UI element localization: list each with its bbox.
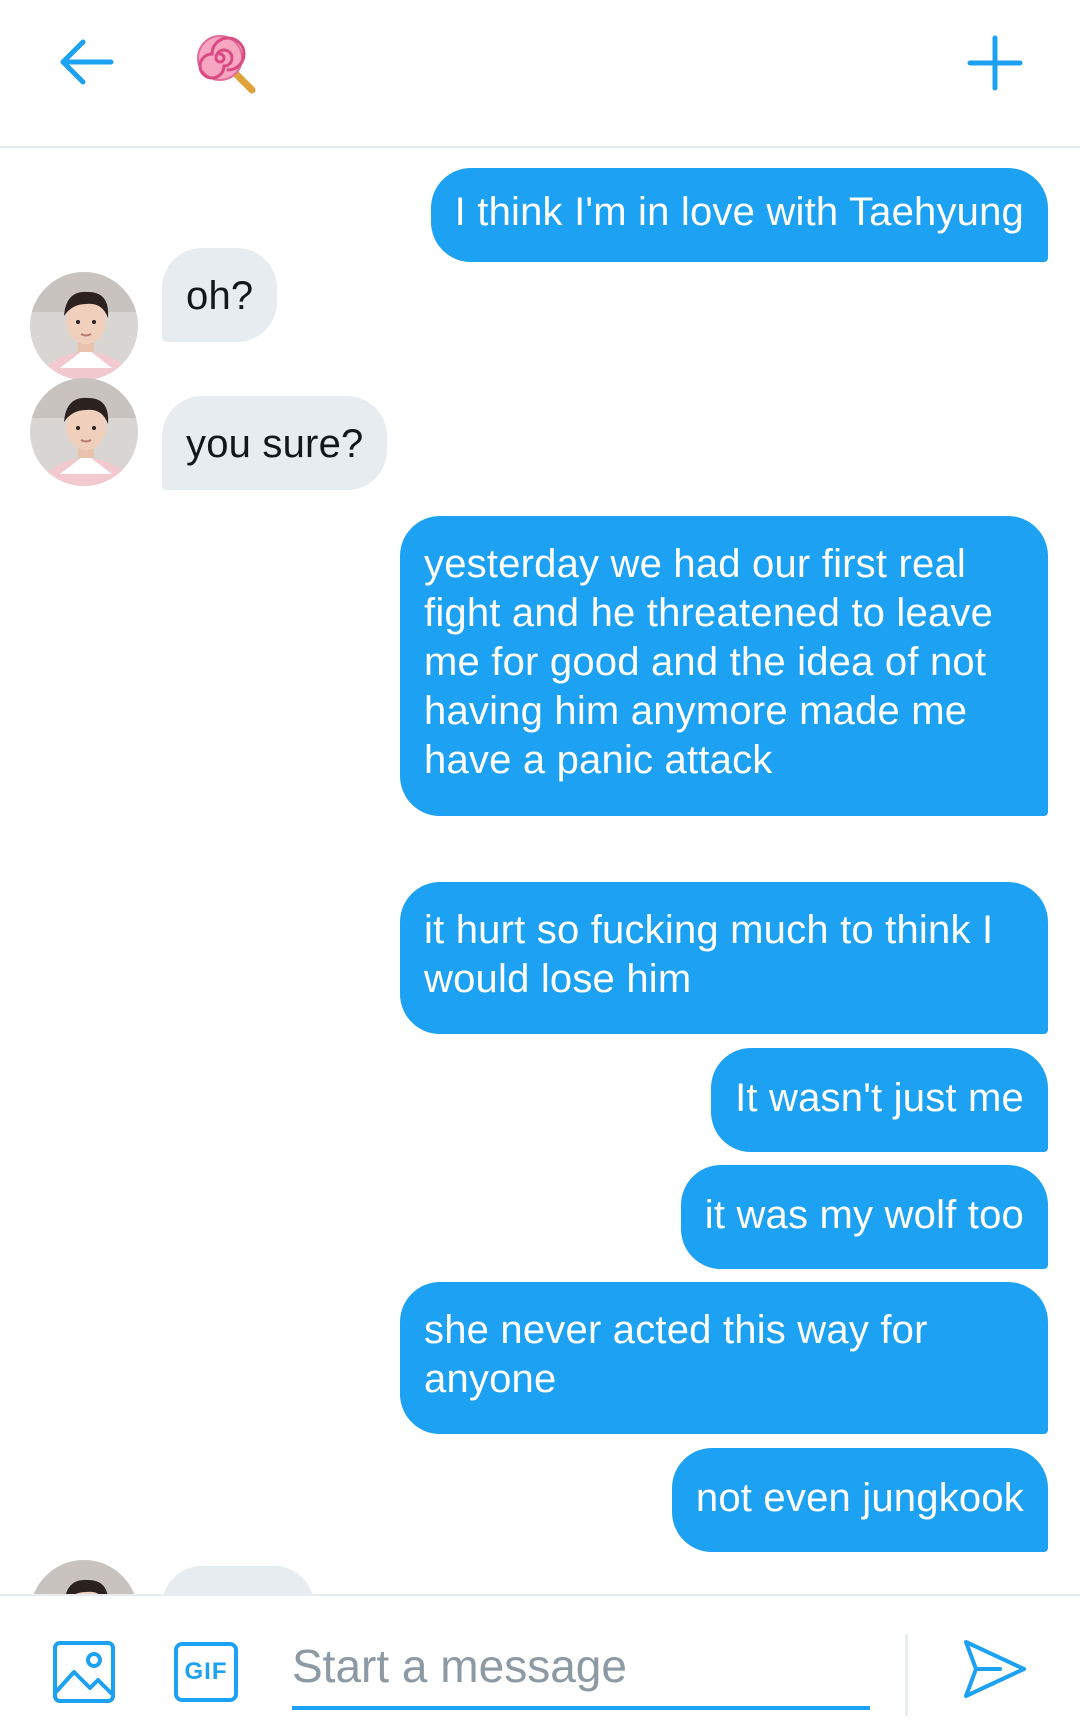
avatar[interactable] <box>30 272 138 380</box>
send-button[interactable] <box>960 1634 1030 1704</box>
conversation-avatar[interactable] <box>186 24 266 104</box>
sent-message-bubble[interactable]: it was my wolf too <box>680 1165 1048 1269</box>
composer-divider <box>905 1634 908 1716</box>
conversation-header <box>0 0 1080 148</box>
sent-message-bubble[interactable]: she never acted this way for anyone <box>400 1282 1048 1434</box>
received-message-bubble[interactable] <box>162 1566 314 1594</box>
lollipop-icon <box>197 35 256 94</box>
profile-photo-icon <box>30 272 138 380</box>
message-composer: GIF <box>0 1594 1080 1736</box>
gif-button[interactable]: GIF <box>174 1642 238 1702</box>
add-media-button[interactable] <box>52 1640 116 1704</box>
avatar[interactable] <box>30 378 138 486</box>
plus-icon <box>967 35 1023 91</box>
message-input[interactable] <box>292 1626 870 1710</box>
sent-message-bubble[interactable]: It wasn't just me <box>711 1048 1048 1152</box>
received-message-bubble[interactable]: oh? <box>162 248 278 342</box>
gif-label: GIF <box>184 1658 228 1685</box>
send-icon <box>964 1640 1026 1698</box>
image-icon <box>53 1641 115 1703</box>
sent-message-bubble[interactable]: I think I'm in love with Taehyung <box>430 168 1048 262</box>
sent-message-bubble[interactable]: yesterday we had our first real fight an… <box>400 516 1048 816</box>
sent-message-bubble[interactable]: not even jungkook <box>671 1448 1048 1552</box>
message-thread[interactable]: I think I'm in love with Taehyung oh? yo… <box>0 148 1080 1594</box>
back-button[interactable] <box>44 22 128 102</box>
received-message-bubble[interactable]: you sure? <box>162 396 388 490</box>
profile-photo-icon <box>30 1560 138 1594</box>
new-message-button[interactable] <box>952 20 1038 106</box>
arrow-left-icon <box>60 39 114 85</box>
sent-message-bubble[interactable]: it hurt so fucking much to think I would… <box>400 882 1048 1034</box>
profile-photo-icon <box>30 378 138 486</box>
avatar[interactable] <box>30 1560 138 1594</box>
